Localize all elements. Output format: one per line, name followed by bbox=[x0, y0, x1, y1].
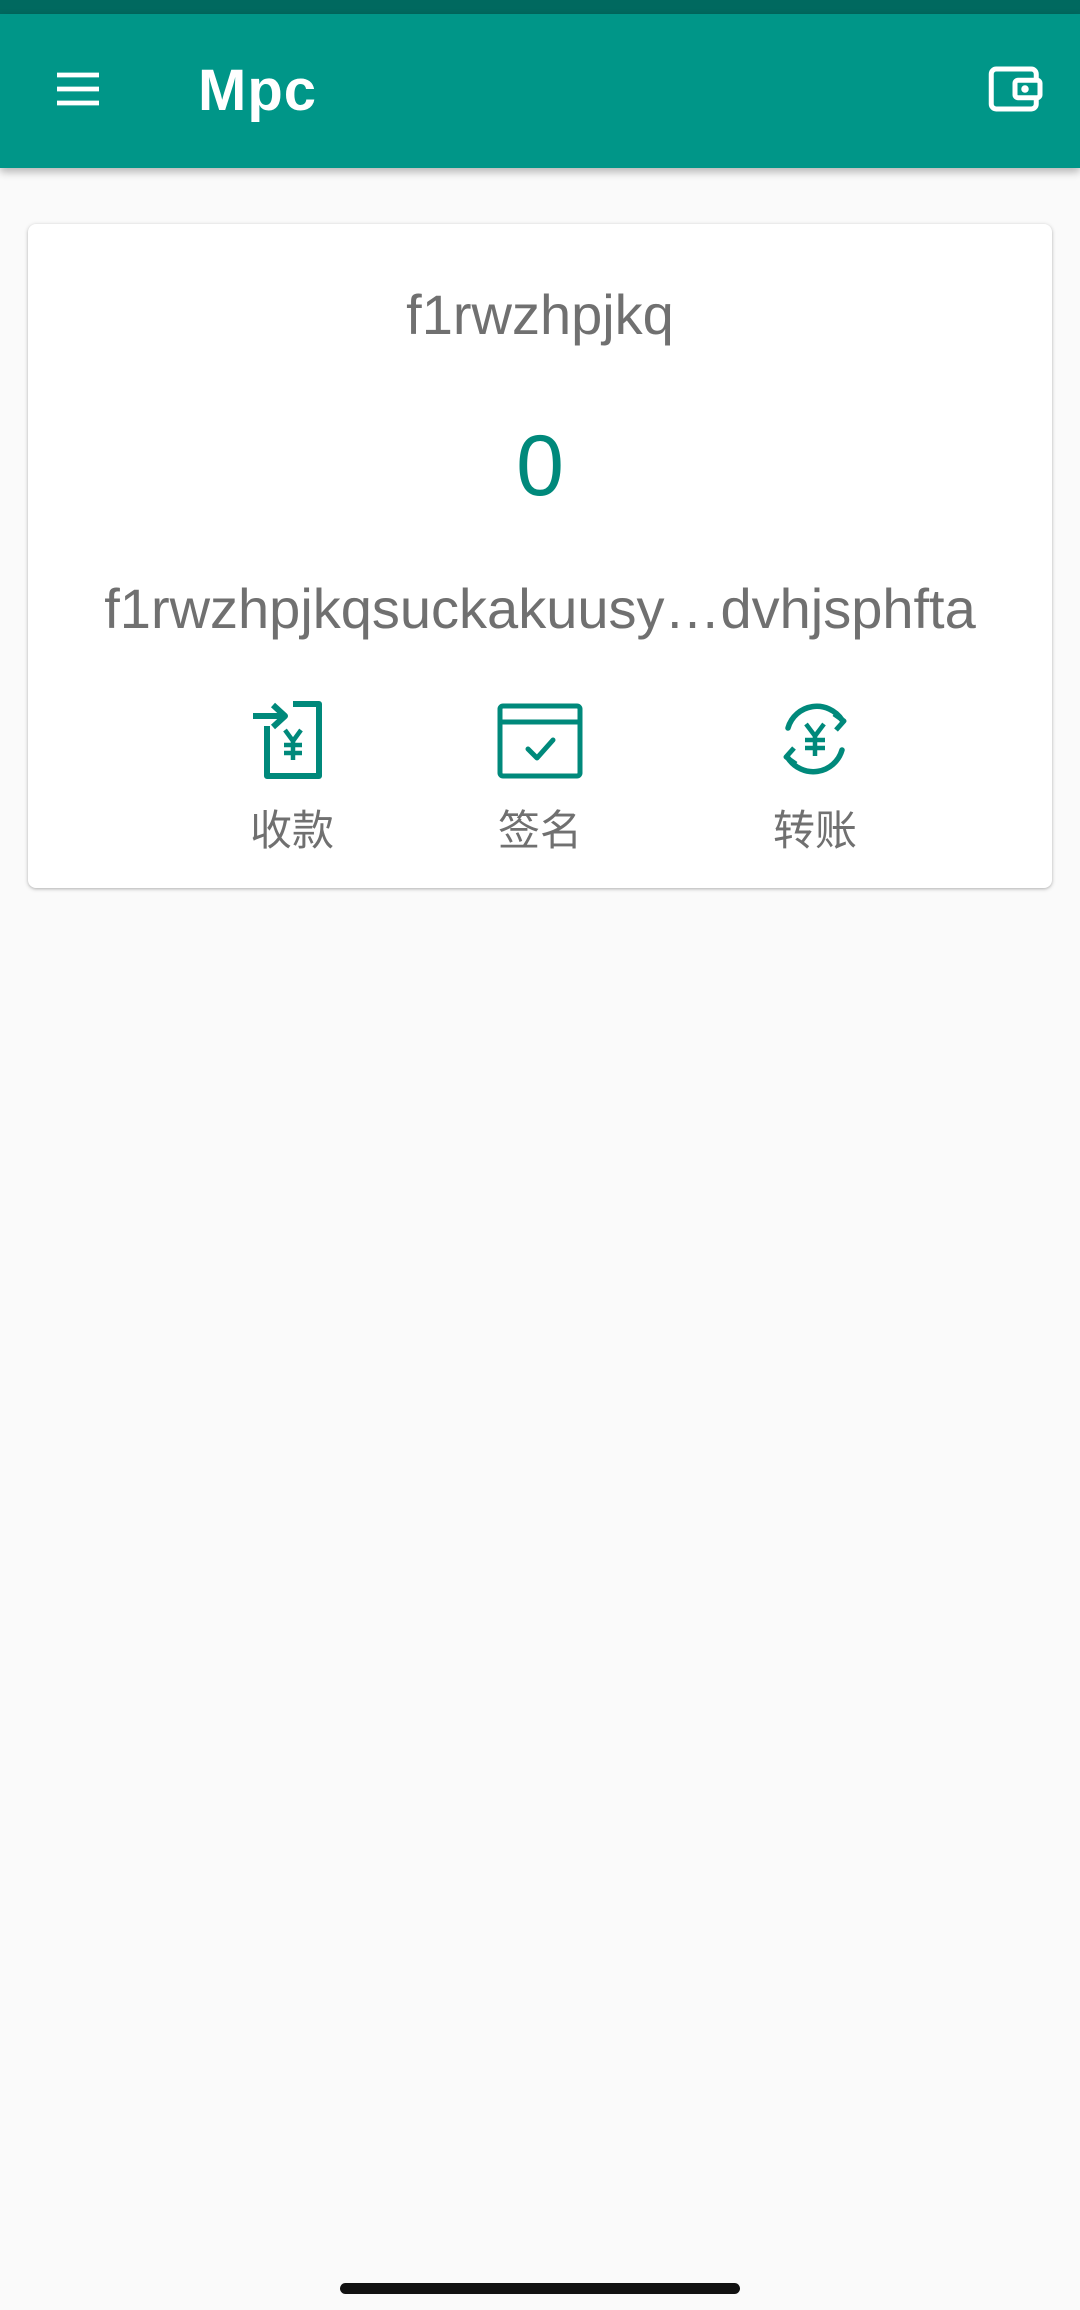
transfer-label: 转账 bbox=[772, 807, 857, 854]
status-bar bbox=[0, 0, 1080, 14]
wallet-button[interactable] bbox=[960, 39, 1070, 139]
transfer-icon bbox=[783, 703, 847, 775]
sign-button[interactable]: 签名 bbox=[430, 694, 650, 874]
menu-button[interactable] bbox=[28, 39, 128, 139]
receive-icon bbox=[253, 701, 322, 779]
sign-icon bbox=[497, 703, 583, 779]
wallet-icon bbox=[988, 66, 1043, 112]
receive-button[interactable]: 收款 bbox=[182, 694, 402, 874]
sign-label: 签名 bbox=[497, 807, 582, 854]
home-indicator[interactable] bbox=[340, 2283, 740, 2294]
wallet-name: f1rwzhpjkq bbox=[406, 283, 674, 346]
menu-icon bbox=[57, 72, 99, 106]
wallet-address[interactable]: f1rwzhpjkqsuckakuusy…dvhjsphfta bbox=[58, 574, 1022, 644]
wallet-card: f1rwzhpjkq 0 f1rwzhpjkqsuckakuusy…dvhjsp… bbox=[28, 224, 1052, 888]
wallet-balance: 0 bbox=[516, 418, 564, 514]
app-bar: Mpc bbox=[0, 14, 1080, 168]
transfer-button[interactable]: 转账 bbox=[705, 694, 925, 874]
receive-label: 收款 bbox=[249, 807, 334, 854]
app-title: Mpc bbox=[198, 58, 317, 123]
